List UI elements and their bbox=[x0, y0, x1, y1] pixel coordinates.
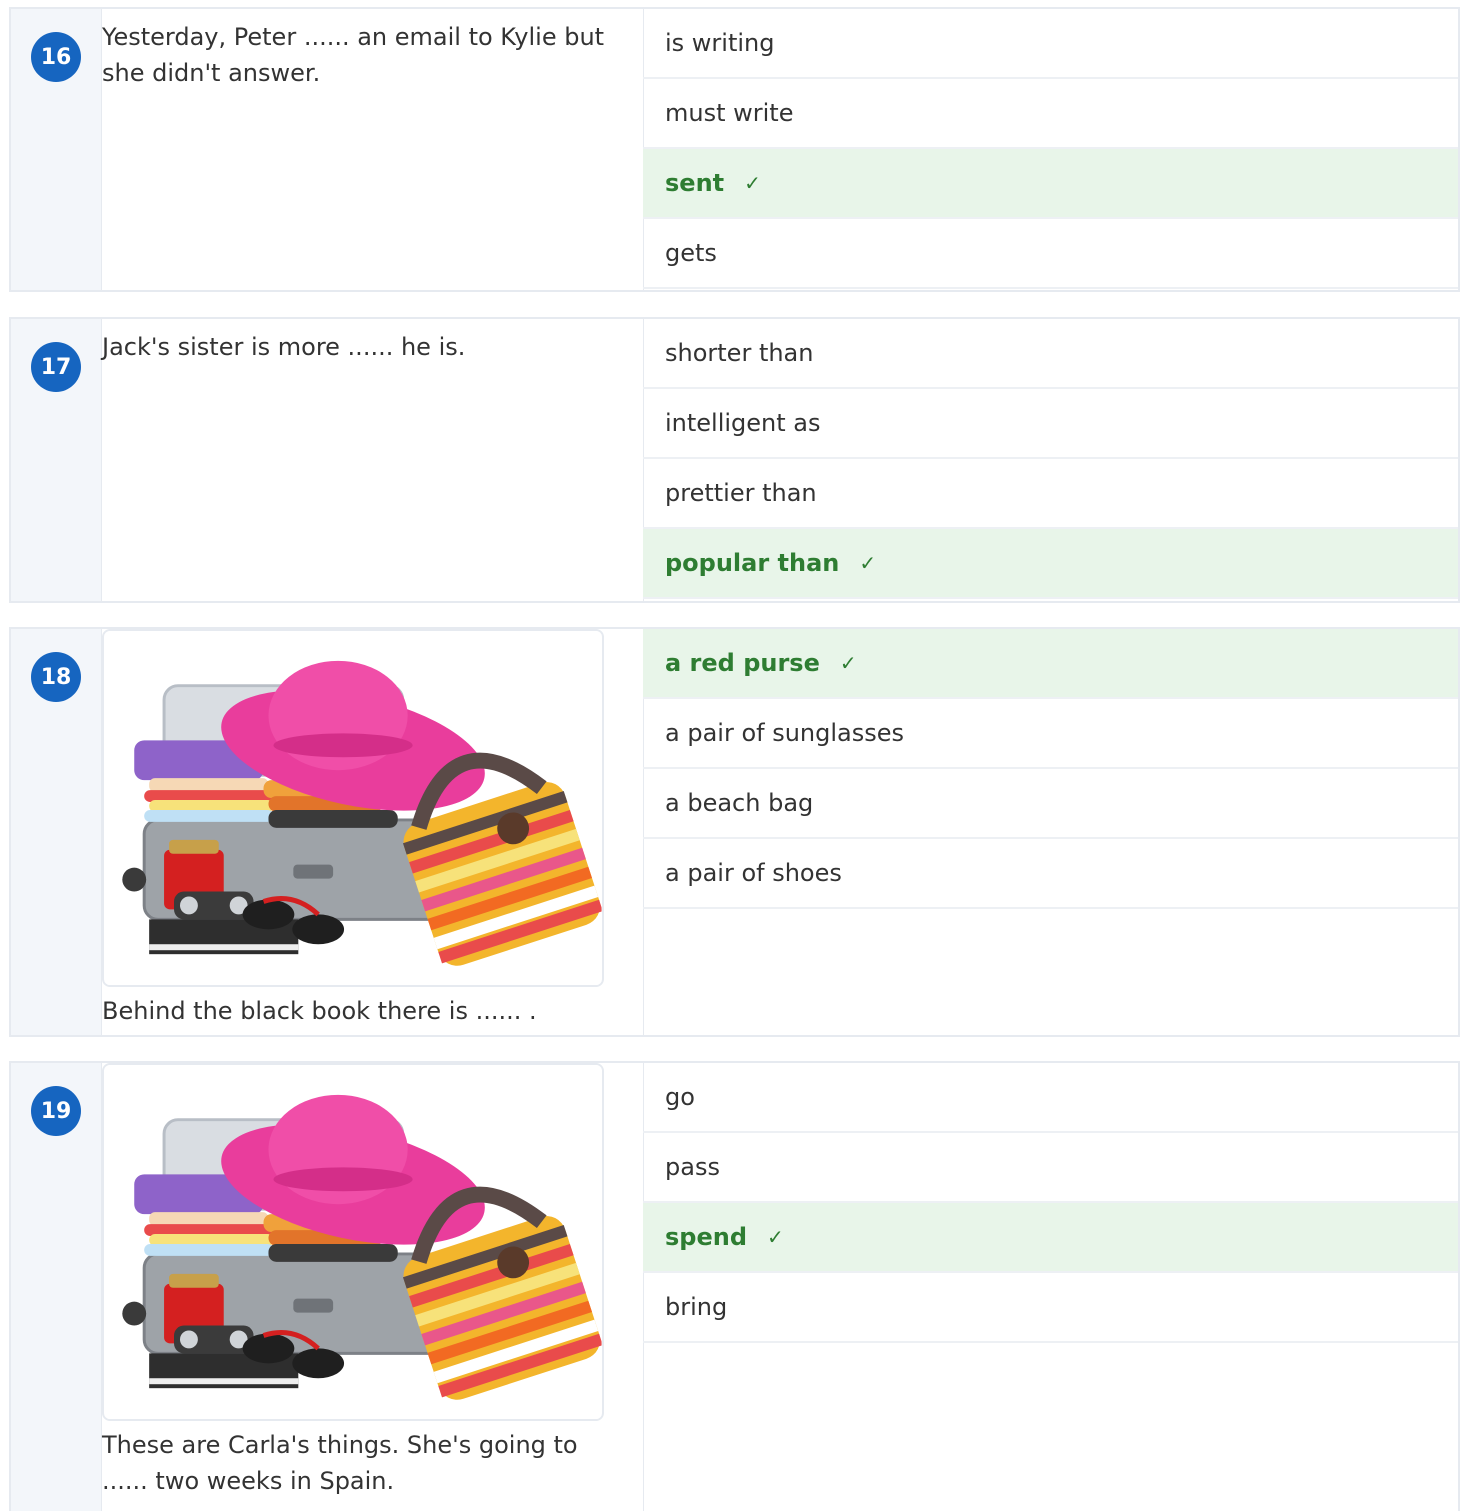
question-number-badge: 19 bbox=[31, 1086, 81, 1136]
answer-option[interactable]: is writing bbox=[643, 9, 1458, 79]
question-text: Behind the black book there is ...... . bbox=[102, 997, 537, 1025]
question-card-18: 18 Behind the black book there is ......… bbox=[9, 627, 1460, 1037]
answer-option[interactable]: go bbox=[643, 1063, 1458, 1133]
question-text: Yesterday, Peter ...... an email to Kyli… bbox=[102, 23, 605, 87]
question-number-column: 16 bbox=[11, 9, 102, 290]
question-number-badge: 17 bbox=[31, 342, 81, 392]
question-number-column: 19 bbox=[11, 1063, 102, 1511]
answer-option[interactable]: a pair of shoes bbox=[643, 839, 1458, 909]
question-text: These are Carla's things. She's going to… bbox=[102, 1431, 578, 1495]
answer-option[interactable]: pass bbox=[643, 1133, 1458, 1203]
check-icon: ✓ bbox=[767, 1225, 784, 1249]
answer-option-label: must write bbox=[665, 99, 794, 127]
question-number-badge: 18 bbox=[31, 652, 81, 702]
answer-option-label: a pair of shoes bbox=[665, 859, 842, 887]
question-image bbox=[102, 1063, 604, 1421]
answer-option-label: a pair of sunglasses bbox=[665, 719, 905, 747]
question-number-column: 18 bbox=[11, 629, 102, 1035]
answer-option-label: popular than bbox=[665, 549, 840, 577]
answer-option[interactable]: bring bbox=[643, 1273, 1458, 1343]
answer-option-label: go bbox=[665, 1083, 695, 1111]
suitcase-illustration bbox=[104, 1065, 602, 1419]
answer-option-label: bring bbox=[665, 1293, 728, 1321]
answer-option-label: spend bbox=[665, 1223, 748, 1251]
answer-option[interactable]: intelligent as bbox=[643, 389, 1458, 459]
question-image bbox=[102, 629, 604, 987]
answer-option-correct[interactable]: popular than ✓ bbox=[643, 529, 1458, 599]
check-icon: ✓ bbox=[839, 651, 857, 675]
answer-option-correct[interactable]: a red purse ✓ bbox=[643, 629, 1458, 699]
answer-option[interactable]: prettier than bbox=[643, 459, 1458, 529]
answer-option-label: is writing bbox=[665, 29, 775, 57]
answer-options: a red purse ✓ a pair of sunglasses a beac… bbox=[643, 629, 1458, 909]
answer-option-label: gets bbox=[665, 239, 717, 267]
answer-option[interactable]: must write bbox=[643, 79, 1458, 149]
check-icon: ✓ bbox=[859, 551, 877, 575]
question-text-column: Behind the black book there is ...... . bbox=[102, 629, 644, 1035]
question-number-column: 17 bbox=[11, 319, 102, 601]
answer-option-label: a beach bag bbox=[665, 789, 814, 817]
answer-options: shorter than intelligent as prettier tha… bbox=[643, 319, 1458, 599]
answer-option[interactable]: gets bbox=[643, 219, 1458, 289]
answer-option[interactable]: a pair of sunglasses bbox=[643, 699, 1458, 769]
suitcase-illustration bbox=[104, 631, 602, 985]
answer-option-label: a red purse bbox=[665, 649, 820, 677]
question-card-16: 16 Yesterday, Peter ...... an email to K… bbox=[9, 7, 1460, 292]
check-icon: ✓ bbox=[744, 171, 761, 195]
question-number-badge: 16 bbox=[31, 32, 81, 82]
question-text-column: These are Carla's things. She's going to… bbox=[102, 1063, 644, 1511]
question-text-column: Jack's sister is more ...... he is. bbox=[102, 319, 644, 601]
quiz-page: 16 Yesterday, Peter ...... an email to K… bbox=[0, 0, 1466, 1511]
answer-option-label: pass bbox=[665, 1153, 720, 1181]
answer-option-label: sent bbox=[665, 169, 725, 197]
answer-option-label: prettier than bbox=[665, 479, 817, 507]
answer-option[interactable]: shorter than bbox=[643, 319, 1458, 389]
answer-options: is writing must write sent ✓ gets bbox=[643, 9, 1458, 289]
question-text: Jack's sister is more ...... he is. bbox=[102, 333, 466, 361]
answer-option-correct[interactable]: spend ✓ bbox=[643, 1203, 1458, 1273]
answer-option[interactable]: a beach bag bbox=[643, 769, 1458, 839]
question-card-19: 19 These are Carla's things. She's going… bbox=[9, 1061, 1460, 1511]
answer-option-label: shorter than bbox=[665, 339, 814, 367]
answer-options: go pass spend ✓ bring bbox=[643, 1063, 1458, 1343]
question-card-17: 17 Jack's sister is more ...... he is. s… bbox=[9, 317, 1460, 603]
question-text-column: Yesterday, Peter ...... an email to Kyli… bbox=[102, 9, 644, 290]
answer-option-correct[interactable]: sent ✓ bbox=[643, 149, 1458, 219]
answer-option-label: intelligent as bbox=[665, 409, 821, 437]
